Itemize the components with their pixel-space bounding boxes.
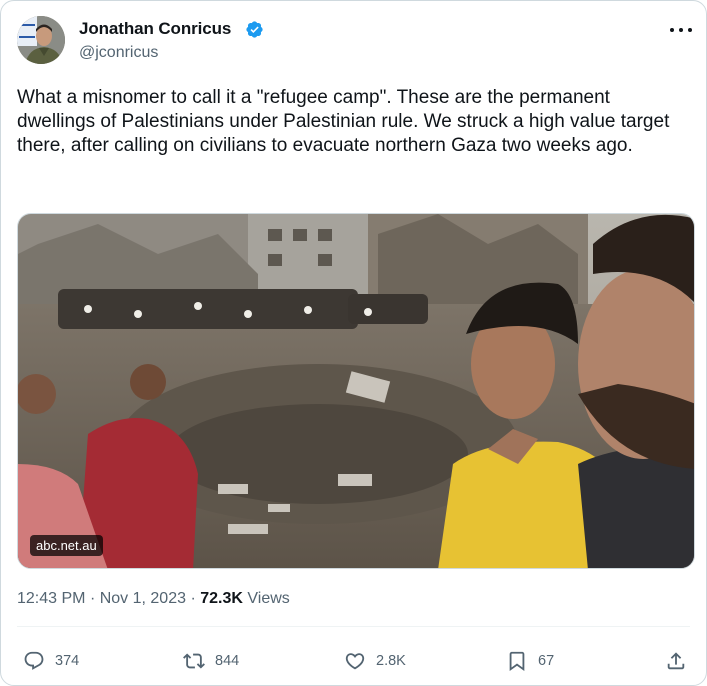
bookmark-icon xyxy=(509,651,525,672)
meta-separator: · xyxy=(89,590,96,607)
like-count: 2.8K xyxy=(376,653,406,669)
video-thumbnail xyxy=(18,214,694,568)
action-bar: 374 844 2.8K 67 xyxy=(1,645,706,677)
views-label: Views xyxy=(247,590,290,607)
meta-separator: · xyxy=(190,590,196,607)
tweet-card: Jonathan Conricus @jconricus What a misn… xyxy=(0,0,707,686)
tweet-video[interactable]: abc.net.au xyxy=(17,213,695,569)
reply-icon xyxy=(24,651,44,670)
verified-badge-icon xyxy=(246,21,263,38)
repost-icon xyxy=(183,653,205,669)
bookmark-button[interactable]: 67 xyxy=(506,645,554,677)
tweet-meta: 12:43 PM · Nov 1, 2023 · 72.3K Views xyxy=(17,590,290,608)
repost-count: 844 xyxy=(215,653,240,669)
divider xyxy=(17,626,690,627)
tweet-time[interactable]: 12:43 PM xyxy=(17,590,85,607)
tweet-text: What a misnomer to call it a "refugee ca… xyxy=(17,87,670,156)
tweet-date[interactable]: Nov 1, 2023 xyxy=(100,590,186,607)
reply-button[interactable]: 374 xyxy=(23,645,79,677)
like-button[interactable]: 2.8K xyxy=(344,645,406,677)
avatar[interactable] xyxy=(17,16,65,64)
reply-count: 374 xyxy=(55,653,80,669)
views-count[interactable]: 72.3K xyxy=(200,590,243,607)
more-icon[interactable] xyxy=(670,21,692,39)
avatar-image xyxy=(17,16,65,64)
like-icon xyxy=(345,653,365,670)
bookmark-count: 67 xyxy=(538,653,555,669)
share-icon xyxy=(667,652,685,670)
author-handle[interactable]: @jconricus xyxy=(79,44,158,62)
media-watermark: abc.net.au xyxy=(30,535,103,556)
author-name[interactable]: Jonathan Conricus xyxy=(79,19,231,39)
share-button[interactable] xyxy=(665,645,697,677)
repost-button[interactable]: 844 xyxy=(183,645,239,677)
